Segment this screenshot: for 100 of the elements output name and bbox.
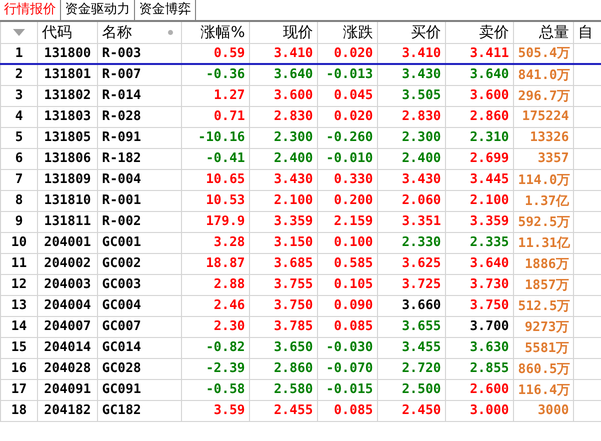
quote-value: -0.015: [326, 382, 373, 397]
row-number: 11: [11, 256, 27, 271]
quote-value: 0.020: [334, 46, 373, 61]
stock-code: 204003: [44, 277, 91, 292]
quote-value: 3.359: [274, 214, 313, 229]
quote-value: 2.46: [214, 298, 245, 313]
quote-value: 3.000: [470, 403, 509, 418]
quote-value: -0.41: [206, 151, 245, 166]
quote-value: 18.87: [206, 256, 245, 271]
quote-value: 3.430: [274, 172, 313, 187]
tab[interactable]: 资金博弈: [135, 0, 196, 20]
quote-value: 3.640: [470, 256, 509, 271]
volume-value: 860.5万: [518, 362, 570, 376]
stock-code: 204182: [44, 403, 91, 418]
tab[interactable]: 行情报价: [0, 0, 61, 20]
stock-code: 204001: [44, 235, 91, 250]
stock-name: R-014: [102, 88, 142, 103]
stock-name: R-182: [102, 151, 142, 166]
stock-name: GC091: [102, 382, 142, 397]
quote-value: 3.640: [274, 67, 313, 82]
quote-value: -2.39: [206, 361, 245, 376]
quote-value: 0.59: [214, 46, 245, 61]
stock-code: 204014: [44, 340, 91, 355]
stock-name: GC002: [102, 256, 142, 271]
stock-code: 204004: [44, 298, 91, 313]
quote-value: 3.630: [470, 340, 509, 355]
volume-value: 11.31亿: [518, 236, 570, 250]
quote-value: 3.600: [470, 88, 509, 103]
row-number: 3: [15, 88, 23, 103]
volume-value: 9273万: [524, 320, 569, 334]
quote-value: 2.400: [402, 151, 441, 166]
volume-value: 505.4万: [518, 46, 570, 62]
volume-value: 1.37亿: [524, 194, 569, 208]
quote-value: 2.450: [402, 403, 441, 418]
volume-value: 3000: [538, 403, 569, 418]
quote-value: 2.300: [274, 130, 313, 145]
row-number: 12: [11, 277, 27, 292]
quote-value: 2.88: [214, 277, 245, 292]
tab[interactable]: 资金驱动力: [61, 0, 135, 20]
row-number: 9: [15, 214, 23, 229]
row-number: 16: [11, 361, 27, 376]
quote-value: 2.455: [274, 403, 313, 418]
volume-value: 3357: [538, 151, 569, 166]
volume-value: 592.5万: [518, 214, 570, 230]
quote-value: 0.085: [334, 403, 373, 418]
quote-value: 3.59: [214, 403, 245, 418]
quote-value: 0.71: [214, 109, 245, 124]
quote-value: 3.785: [274, 319, 313, 334]
quote-value: 3.640: [470, 67, 509, 82]
quote-value: 1.27: [214, 88, 245, 103]
quote-value: 2.855: [470, 361, 509, 376]
stock-code: 131802: [44, 88, 91, 103]
stock-code: 204091: [44, 382, 91, 397]
quote-value: 2.310: [470, 130, 509, 145]
quote-value: -0.82: [206, 340, 245, 355]
volume-value: 1886万: [524, 256, 569, 272]
quote-value: 0.330: [334, 172, 373, 187]
stock-name: R-004: [102, 172, 142, 187]
stock-code: 204002: [44, 256, 91, 271]
quote-value: 0.105: [334, 277, 373, 292]
row-number: 14: [11, 319, 27, 334]
quote-value: 3.359: [470, 214, 509, 229]
sort-caret-icon[interactable]: [13, 28, 25, 36]
stock-code: 204007: [44, 319, 91, 334]
row-number: 13: [11, 298, 27, 313]
stock-name: R-003: [102, 46, 142, 61]
quote-value: 3.755: [274, 277, 313, 292]
quote-value: -0.36: [206, 67, 245, 82]
quote-value: 2.860: [274, 361, 313, 376]
quote-value: -0.58: [206, 382, 245, 397]
stock-name: GC014: [102, 340, 142, 355]
stock-name: R-002: [102, 214, 142, 229]
row-number: 10: [11, 235, 27, 250]
quote-value: 0.085: [334, 319, 373, 334]
quote-value: 2.159: [334, 214, 373, 229]
quote-value: 0.020: [334, 109, 373, 124]
quote-value: 3.430: [402, 172, 441, 187]
stock-name: GC001: [102, 235, 142, 250]
quote-value: 2.330: [402, 235, 441, 250]
volume-value: 1857万: [524, 278, 569, 292]
volume-value: 512.5万: [518, 298, 570, 314]
stock-code: 131811: [44, 214, 91, 229]
quote-value: 3.410: [402, 46, 441, 61]
quote-value: 0.100: [334, 235, 373, 250]
quote-value: 2.830: [274, 109, 313, 124]
quote-value: -0.010: [326, 151, 373, 166]
quote-value: 2.860: [470, 109, 509, 124]
stock-code: 131800: [44, 46, 91, 61]
quote-value: 0.090: [334, 298, 373, 313]
quote-value: 3.445: [470, 172, 509, 187]
quote-value: -0.030: [326, 340, 373, 355]
quote-value: 2.720: [402, 361, 441, 376]
quote-value: 3.600: [274, 88, 313, 103]
stock-name: GC028: [102, 361, 142, 376]
quote-value: 3.660: [402, 298, 441, 313]
quote-value: -0.260: [326, 130, 373, 145]
quote-value: 2.30: [214, 319, 245, 334]
quote-value: 2.400: [274, 151, 313, 166]
quote-value: 2.600: [470, 382, 509, 397]
quote-value: 3.655: [402, 319, 441, 334]
